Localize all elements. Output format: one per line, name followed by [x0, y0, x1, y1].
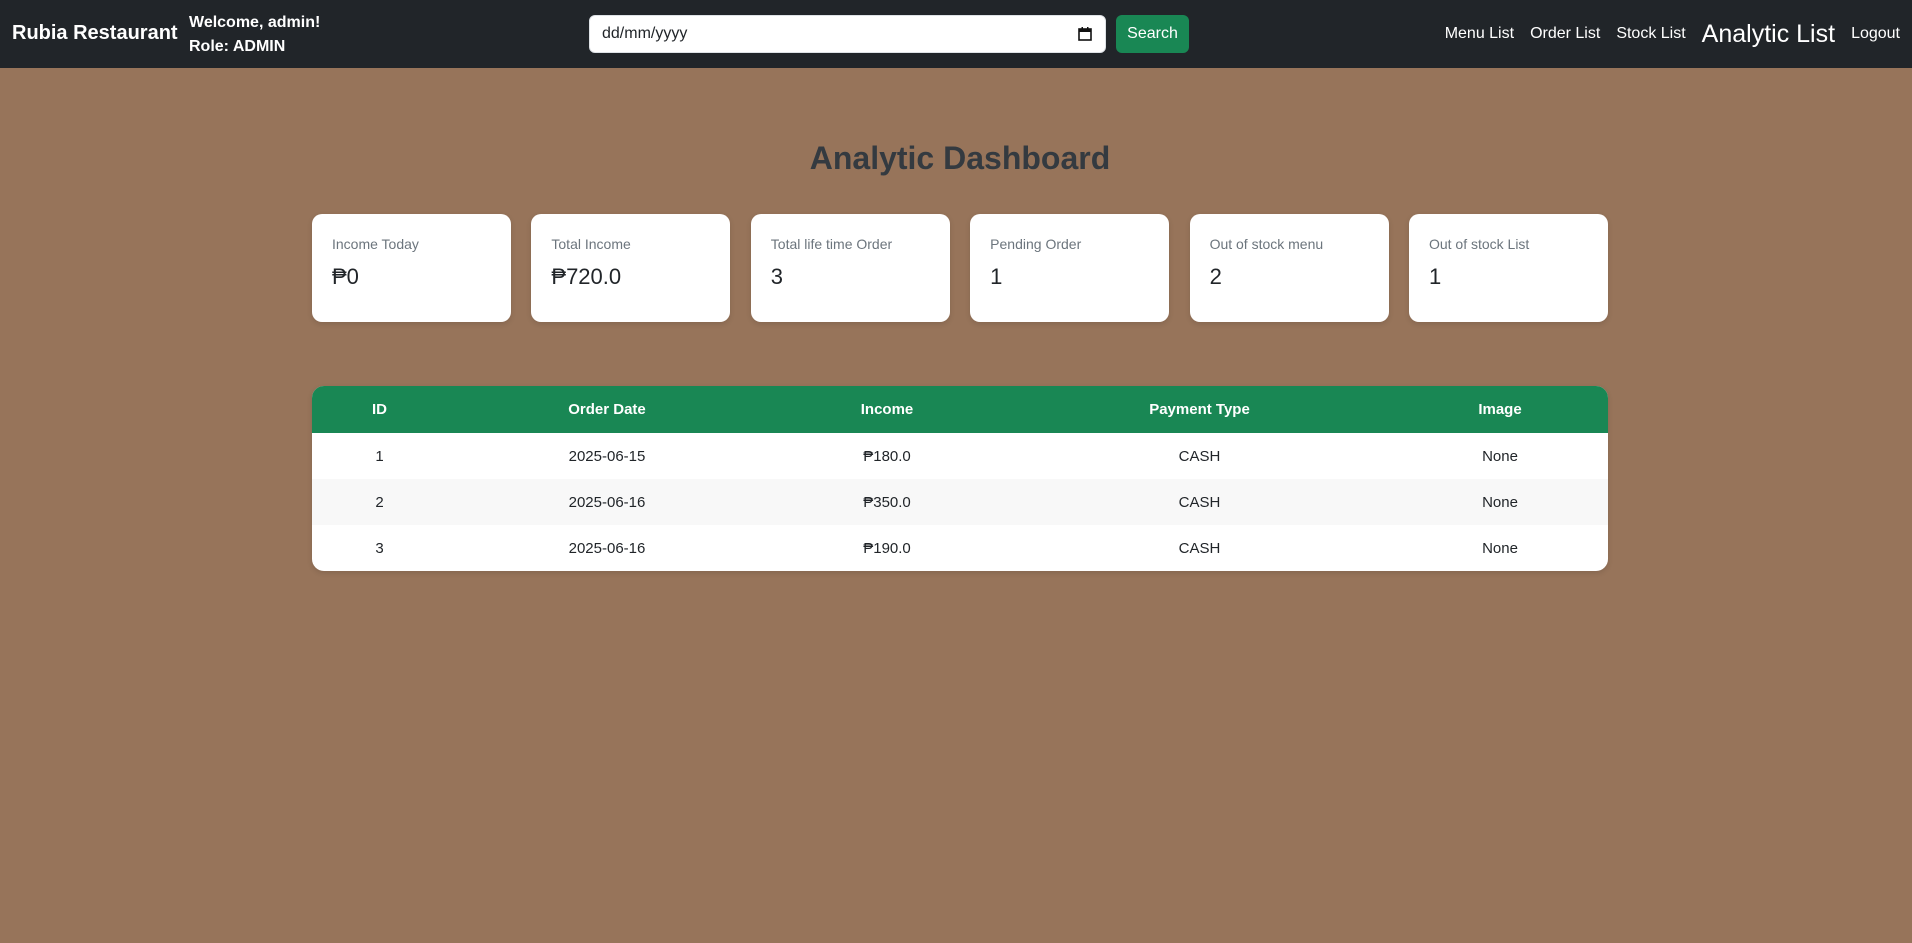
stat-card-out-of-stock-list: Out of stock List 1: [1408, 214, 1608, 322]
stat-card-value: 1: [1428, 264, 1442, 289]
nav-link-menu-list[interactable]: Menu List: [1445, 25, 1514, 43]
cell-payment-type: CASH: [1178, 539, 1221, 557]
stat-card-income-today: Income Today ₱0: [312, 214, 511, 322]
cell-payment-type: CASH: [1178, 447, 1221, 465]
role-text: Role: ADMIN: [189, 38, 286, 55]
stat-card-out-of-stock-menu: Out of stock menu 2: [1189, 214, 1389, 322]
nav-links: Menu List Order List Stock List Analytic…: [1429, 0, 1900, 68]
cell-order-date: 2025-06-16: [568, 539, 646, 557]
cell-image: None: [1482, 539, 1518, 557]
date-input[interactable]: dd/mm/yyyy: [589, 15, 1106, 53]
cell-order-date: 2025-06-15: [568, 447, 646, 465]
cell-order-date: 2025-06-16: [568, 493, 646, 511]
stat-card-label: Total life time Order: [770, 236, 893, 252]
cell-payment-type: CASH: [1178, 493, 1221, 511]
stat-card-label: Income Today: [332, 236, 419, 252]
column-header-payment-type: Payment Type: [1149, 401, 1250, 418]
table-row: 1 2025-06-15 ₱180.0 CASH None: [312, 433, 1608, 479]
nav-link-analytic-list[interactable]: Analytic List: [1702, 20, 1835, 49]
cell-income: ₱180.0: [863, 447, 911, 465]
welcome-text: Welcome, admin!: [189, 14, 321, 31]
column-header-id: ID: [372, 401, 387, 418]
cell-income: ₱190.0: [863, 539, 911, 557]
orders-table-container: ID Order Date Income Payment Type Image …: [312, 386, 1608, 571]
stat-card-label: Out of stock menu: [1209, 236, 1324, 252]
cell-id: 1: [375, 447, 384, 465]
table-header-row: ID Order Date Income Payment Type Image: [312, 386, 1608, 433]
column-header-order-date: Order Date: [568, 401, 646, 418]
cell-id: 3: [375, 539, 384, 557]
nav-link-stock-list[interactable]: Stock List: [1616, 25, 1685, 43]
stat-card-value: ₱0: [332, 264, 359, 289]
stat-card-label: Pending Order: [990, 236, 1082, 252]
cell-income: ₱350.0: [863, 493, 911, 511]
brand-name[interactable]: Rubia Restaurant: [12, 22, 178, 45]
page-title: Analytic Dashboard: [809, 140, 1111, 176]
stat-card-value: 3: [770, 264, 784, 289]
stat-cards: Income Today ₱0 Total Income ₱720.0 Tota…: [312, 214, 1608, 322]
stat-card-total-income: Total Income ₱720.0: [531, 214, 731, 322]
user-info: Welcome, admin! Role: ADMIN: [189, 11, 320, 59]
nav-link-logout[interactable]: Logout: [1851, 25, 1900, 43]
cell-image: None: [1482, 447, 1518, 465]
stat-card-pending-order: Pending Order 1: [970, 214, 1170, 322]
column-header-image: Image: [1478, 401, 1522, 418]
nav-link-order-list[interactable]: Order List: [1530, 25, 1600, 43]
stat-card-label: Total Income: [551, 236, 631, 252]
stat-card-value: 2: [1209, 264, 1222, 289]
search-button[interactable]: Search: [1116, 15, 1189, 53]
stat-card-label: Out of stock List: [1428, 236, 1530, 252]
cell-image: None: [1482, 493, 1518, 511]
cell-id: 2: [375, 493, 384, 511]
table-row: 2 2025-06-16 ₱350.0 CASH None: [312, 479, 1608, 525]
stat-card-total-orders: Total life time Order 3: [750, 214, 950, 322]
table-row: 3 2025-06-16 ₱190.0 CASH None: [312, 525, 1608, 571]
column-header-income: Income: [860, 401, 914, 418]
stat-card-value: ₱720.0: [551, 264, 622, 289]
navbar: Rubia Restaurant Welcome, admin! Role: A…: [0, 0, 1912, 68]
calendar-icon[interactable]: [1077, 26, 1093, 42]
stat-card-value: 1: [990, 264, 1003, 289]
orders-table: ID Order Date Income Payment Type Image …: [312, 386, 1608, 571]
date-input-placeholder: dd/mm/yyyy: [602, 25, 688, 42]
